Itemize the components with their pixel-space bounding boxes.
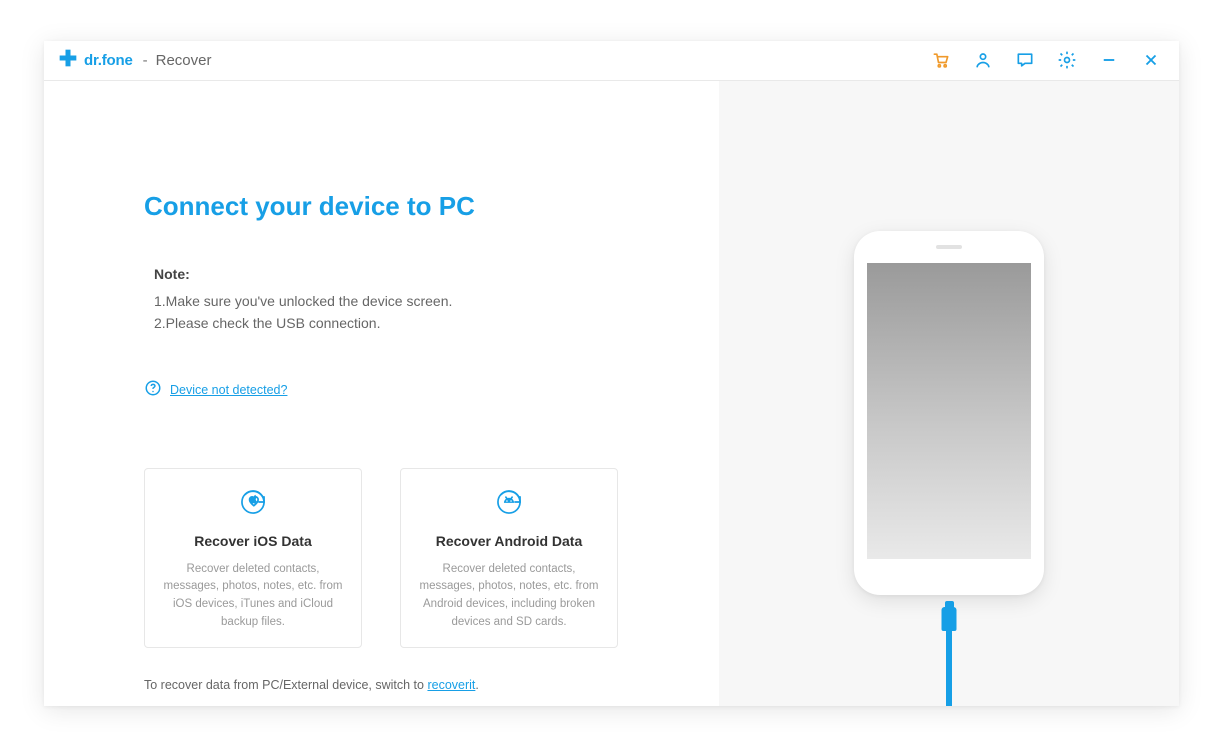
help-row: Device not detected? xyxy=(144,379,719,402)
phone-screen xyxy=(867,263,1031,559)
cart-icon[interactable] xyxy=(931,50,951,70)
brand-separator: - xyxy=(143,52,148,69)
footnote-suffix: . xyxy=(475,678,478,692)
user-icon[interactable] xyxy=(973,50,993,70)
cable-icon xyxy=(946,631,952,706)
note-block: Note: 1.Make sure you've unlocked the de… xyxy=(144,264,719,335)
close-icon[interactable] xyxy=(1141,50,1161,70)
help-icon xyxy=(144,379,162,402)
card-title: Recover Android Data xyxy=(436,533,583,549)
feedback-icon[interactable] xyxy=(1015,50,1035,70)
logo-icon xyxy=(58,48,78,73)
card-desc: Recover deleted contacts, messages, phot… xyxy=(417,561,601,632)
gear-icon[interactable] xyxy=(1057,50,1077,70)
brand-mode: Recover xyxy=(156,52,212,69)
minimize-icon[interactable] xyxy=(1099,50,1119,70)
titlebar: dr.fone - Recover xyxy=(44,41,1179,81)
card-recover-android[interactable]: Recover Android Data Recover deleted con… xyxy=(400,468,618,648)
brand: dr.fone - Recover xyxy=(58,48,211,73)
phone-speaker xyxy=(936,245,962,249)
device-not-detected-link[interactable]: Device not detected? xyxy=(170,383,287,397)
footnote: To recover data from PC/External device,… xyxy=(144,678,719,692)
card-row: Recover iOS Data Recover deleted contact… xyxy=(144,468,719,648)
title-actions xyxy=(931,50,1161,70)
card-title: Recover iOS Data xyxy=(194,533,312,549)
card-recover-ios[interactable]: Recover iOS Data Recover deleted contact… xyxy=(144,468,362,648)
content: Connect your device to PC Note: 1.Make s… xyxy=(44,81,1179,706)
right-pane xyxy=(719,81,1179,706)
brand-name: dr.fone xyxy=(84,52,133,69)
footnote-text: To recover data from PC/External device,… xyxy=(144,678,427,692)
note-title: Note: xyxy=(154,264,719,286)
cable-connector-icon xyxy=(942,607,957,631)
note-item: 1.Make sure you've unlocked the device s… xyxy=(154,291,719,313)
android-recover-icon xyxy=(492,485,526,519)
left-pane: Connect your device to PC Note: 1.Make s… xyxy=(44,81,719,706)
note-item: 2.Please check the USB connection. xyxy=(154,313,719,335)
ios-recover-icon xyxy=(236,485,270,519)
recoverit-link[interactable]: recoverit xyxy=(427,678,475,692)
phone-illustration xyxy=(854,231,1044,595)
app-window: dr.fone - Recover xyxy=(44,41,1179,706)
page-title: Connect your device to PC xyxy=(144,191,719,222)
card-desc: Recover deleted contacts, messages, phot… xyxy=(161,561,345,632)
